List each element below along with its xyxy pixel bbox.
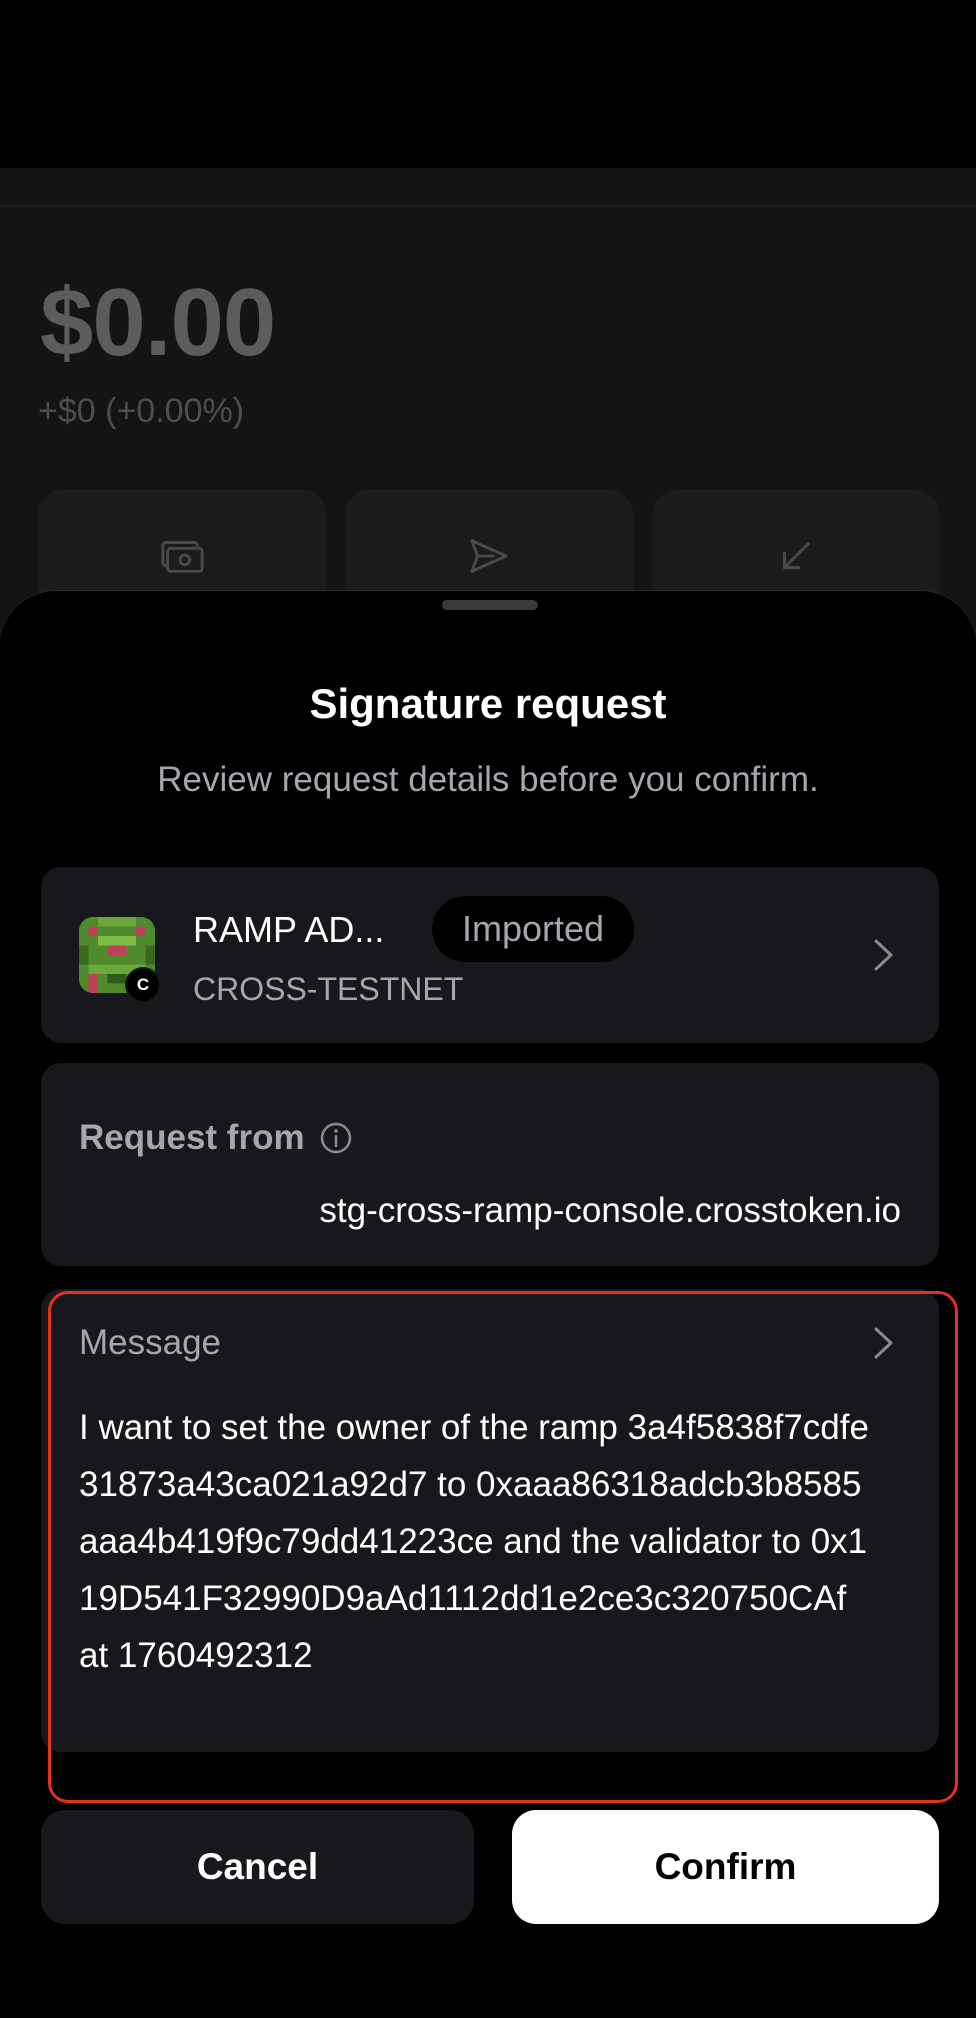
cancel-button[interactable]: Cancel xyxy=(41,1810,474,1924)
status-area xyxy=(0,0,976,168)
account-name: RAMP AD... xyxy=(193,909,385,950)
header-divider xyxy=(0,205,976,207)
account-network: CROSS-TESTNET xyxy=(193,971,464,1007)
info-icon[interactable] xyxy=(319,1121,353,1155)
sheet-title: Signature request xyxy=(309,680,667,727)
send-icon xyxy=(470,539,508,573)
account-status-badge: Imported xyxy=(432,896,635,962)
confirm-button[interactable]: Confirm xyxy=(512,1810,939,1924)
account-card[interactable]: C RAMP AD... Imported CROSS-TESTNET xyxy=(41,867,939,1043)
request-origin-url: stg-cross-ramp-console.crosstoken.io xyxy=(319,1191,901,1230)
balance-amount: $0.00 xyxy=(40,269,276,376)
network-badge: C xyxy=(125,967,161,1003)
request-from-label: Request from xyxy=(79,1118,305,1157)
message-highlight-box xyxy=(48,1291,958,1803)
balance-change: +$0 (+0.00%) xyxy=(38,392,245,430)
chevron-right-icon xyxy=(871,937,897,973)
request-from-label-row: Request from xyxy=(79,1118,353,1158)
request-from-card: Request from stg-cross-ramp-console.cros… xyxy=(41,1063,939,1266)
cash-icon xyxy=(161,541,204,573)
receive-icon xyxy=(783,541,811,569)
sheet-subtitle: Review request details before you confir… xyxy=(157,760,819,799)
sheet-drag-handle[interactable] xyxy=(442,600,538,610)
